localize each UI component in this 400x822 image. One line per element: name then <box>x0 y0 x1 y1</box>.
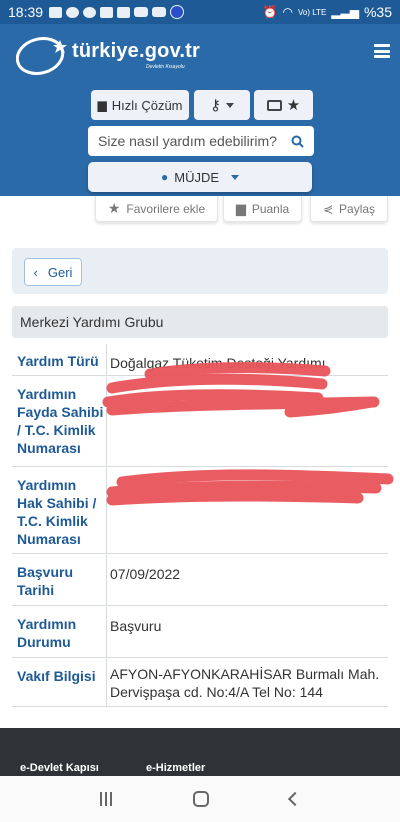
back-label: Geri <box>47 264 73 280</box>
search-bar[interactable] <box>88 126 314 156</box>
share-icon: ⋞ <box>322 201 334 216</box>
comment-icon: ▆ <box>235 200 246 216</box>
signal-icon: ▂▃▅ <box>331 5 359 19</box>
logo-text: türkiye.gov.tr <box>72 40 201 62</box>
site-logo[interactable]: türkiye.gov.tr Devletin Kısayolu <box>16 34 201 78</box>
search-icon[interactable] <box>291 135 304 148</box>
alarm-icon: ⏰ <box>262 5 278 19</box>
detail-row: Yardımın Hak Sahibi / T.C. Kimlik Numara… <box>12 468 388 554</box>
logo-tagline: Devletin Kısayolu <box>146 64 185 70</box>
home-icon[interactable] <box>192 791 209 807</box>
user-menu-label: MÜJDE <box>174 169 220 185</box>
recent-apps-icon[interactable] <box>100 792 113 806</box>
back-button[interactable]: ‹ Geri <box>24 258 82 286</box>
detail-label: Vakıf Bilgisi <box>17 668 96 684</box>
detail-row: Yardım Türü Doğalgaz Tüketim Desteği Yar… <box>12 344 388 376</box>
search-input[interactable] <box>98 133 291 149</box>
site-header: türkiye.gov.tr Devletin Kısayolu ▆ Hızlı… <box>0 24 400 196</box>
chat-icon: ▆ <box>97 98 107 112</box>
android-navigation-bar <box>0 776 400 822</box>
site-footer: e-Devlet Kapısı e-Hizmetler <box>0 728 400 776</box>
group-title: Merkezi Yardımı Grubu <box>12 306 388 338</box>
google-icon <box>83 6 97 18</box>
menu-icon[interactable] <box>374 44 390 58</box>
network-label: Vo) LTE <box>297 7 327 17</box>
status-bar: 18:39 ⏰ ◠ Vo) LTE ▂▃▅ %35 <box>0 0 400 24</box>
system-icons: ⏰ ◠ Vo) LTE ▂▃▅ %35 <box>263 4 392 20</box>
password-menu-button[interactable]: ⚷ <box>194 90 250 120</box>
chevron-down-icon <box>226 102 234 108</box>
detail-label: Yardımın Fayda Sahibi / T.C. Kimlik Numa… <box>17 386 104 456</box>
back-icon[interactable] <box>287 791 302 807</box>
wifi-icon: ◠ <box>282 5 293 19</box>
notification-icons <box>49 5 185 19</box>
share-label: Paylaş <box>339 201 376 216</box>
rate-label: Puanla <box>251 201 290 216</box>
page-actions: ★ Favorilere ekle ▆ Puanla ⋞ Paylaş <box>0 196 400 226</box>
rate-button[interactable]: ▆ Puanla <box>223 196 302 222</box>
back-panel: ‹ Geri <box>12 248 388 294</box>
chevron-left-icon: ‹ <box>33 264 38 280</box>
footer-link-edevlet[interactable]: e-Devlet Kapısı <box>20 762 99 774</box>
favorite-button[interactable]: ★ Favorilere ekle <box>95 196 218 222</box>
detail-value: AFYON-AFYONKARAHİSAR Burmalı Mah. Derviş… <box>110 666 380 700</box>
detail-row: Yardımın Durumu Başvuru <box>12 607 388 658</box>
quick-solution-button[interactable]: ▆ Hızlı Çözüm <box>91 90 189 120</box>
id-favorites-button[interactable]: ★ <box>254 90 313 120</box>
app-notification-icon <box>66 6 80 18</box>
detail-value: Başvuru <box>110 618 162 634</box>
detail-row: Vakıf Bilgisi AFYON-AFYONKARAHİSAR Burma… <box>12 659 388 707</box>
detail-label: Başvuru Tarihi <box>17 564 74 598</box>
app-notification-icon <box>117 6 131 18</box>
status-time: 18:39 <box>8 4 44 20</box>
detail-label: Yardım Türü <box>17 353 99 369</box>
detail-row: Başvuru Tarihi 07/09/2022 <box>12 555 388 606</box>
user-menu-button[interactable]: ● MÜJDE <box>88 162 312 192</box>
detail-row: Yardımın Fayda Sahibi / T.C. Kimlik Numa… <box>12 377 388 467</box>
favorite-label: Favorilere ekle <box>126 201 206 216</box>
chevron-down-icon <box>231 174 240 180</box>
key-icon: ⚷ <box>210 97 221 114</box>
app-notification-icon <box>49 6 63 18</box>
share-button[interactable]: ⋞ Paylaş <box>310 196 388 222</box>
star-icon: ★ <box>107 200 121 216</box>
id-card-icon <box>266 99 282 111</box>
user-icon: ● <box>160 170 169 184</box>
gallery-icon <box>100 6 114 18</box>
app-notification-icon <box>170 5 185 19</box>
detail-label: Yardımın Hak Sahibi / T.C. Kimlik Numara… <box>17 477 97 547</box>
youtube-icon <box>152 7 167 17</box>
detail-value: 07/09/2022 <box>110 566 181 582</box>
quick-solution-label: Hızlı Çözüm <box>111 97 183 113</box>
battery-level: %35 <box>363 4 392 20</box>
detail-label: Yardımın Durumu <box>17 616 77 650</box>
footer-link-services[interactable]: e-Hizmetler <box>146 762 205 774</box>
star-icon: ★ <box>286 97 301 114</box>
detail-value: Doğalgaz Tüketim Desteği Yardımı <box>110 355 326 371</box>
crescent-star-icon <box>16 37 67 75</box>
youtube-icon <box>134 7 149 17</box>
